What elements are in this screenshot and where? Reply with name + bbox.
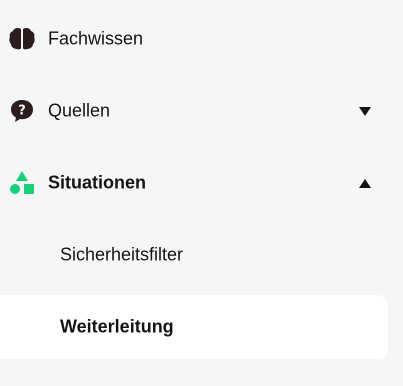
subnav-item-label: Weiterleitung [60, 316, 174, 337]
sidebar-nav: Fachwissen ? Quellen Situationen Sicherh… [0, 0, 403, 386]
shapes-icon [8, 169, 36, 197]
nav-item-label: Quellen [48, 100, 111, 121]
nav-item-label: Fachwissen [48, 28, 144, 49]
chevron-up-icon[interactable] [358, 176, 372, 190]
subnav-item-weiterleitung[interactable]: Weiterleitung [0, 295, 388, 359]
brain-icon [8, 25, 36, 53]
nav-item-situationen[interactable]: Situationen [0, 155, 388, 211]
subnav-item-sicherheitsfilter[interactable]: Sicherheitsfilter [0, 223, 388, 287]
chevron-down-icon[interactable] [358, 104, 372, 118]
svg-text:?: ? [18, 104, 26, 119]
nav-item-quellen[interactable]: ? Quellen [0, 83, 388, 139]
question-bubble-icon: ? [8, 97, 36, 125]
nav-item-fachwissen[interactable]: Fachwissen [0, 11, 388, 67]
nav-item-label: Situationen [48, 172, 146, 193]
subnav-item-label: Sicherheitsfilter [60, 244, 184, 265]
